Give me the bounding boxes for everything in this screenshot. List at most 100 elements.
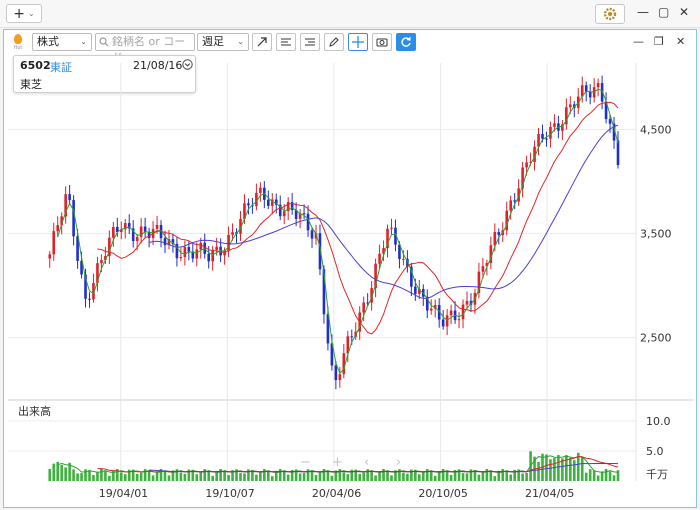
candle-up xyxy=(215,246,218,250)
refresh-button[interactable] xyxy=(396,33,416,51)
close-window-button[interactable]: ✕ xyxy=(679,5,689,19)
volume-bar xyxy=(223,471,226,481)
period-select[interactable]: 週足 ⌄ xyxy=(197,33,249,51)
candle-up xyxy=(135,236,139,242)
scroll-left-button[interactable]: ‹ xyxy=(364,455,369,470)
volume-bar xyxy=(255,474,258,481)
candle-up xyxy=(429,308,433,311)
chevron-down-icon: ⌄ xyxy=(237,37,244,46)
price-chart[interactable]: 19/04/01 19/10/07 20/04/06 20/10/05 21/04/05… xyxy=(8,63,694,505)
candle-up xyxy=(493,232,497,246)
volume-bar xyxy=(267,470,270,481)
candle-down xyxy=(267,199,270,206)
volume-bar xyxy=(48,469,52,481)
search-input[interactable]: 銘柄名 or コード xyxy=(95,33,195,64)
draw-pencil-button[interactable] xyxy=(324,33,344,51)
hot-icon[interactable]: Hot xyxy=(10,32,26,54)
align-left-button[interactable] xyxy=(276,33,296,51)
candle-up xyxy=(509,200,513,211)
diagonal-arrow-icon xyxy=(257,37,267,47)
zoom-in-button[interactable]: + xyxy=(332,455,343,470)
panel-restore-button[interactable]: ❐ xyxy=(654,35,664,48)
plus-icon: + xyxy=(13,5,26,22)
moving-average-long xyxy=(148,124,619,299)
volume-bar xyxy=(167,475,171,481)
x-tick-label: 19/10/07 xyxy=(205,487,254,500)
candle-up xyxy=(402,258,405,260)
candle-down xyxy=(302,213,306,215)
settings-button[interactable] xyxy=(595,4,625,24)
refresh-icon xyxy=(401,37,411,47)
volume-unit-label: 千万 xyxy=(646,468,668,481)
volume-bar xyxy=(60,464,63,481)
candle-up xyxy=(465,300,469,305)
candle-up xyxy=(52,231,56,255)
chart-panel: Hot 株式 ⌄ 銘柄名 or コード 週足 ⌄ xyxy=(3,29,697,508)
volume-bar xyxy=(52,463,56,481)
add-tab-button[interactable]: + ⌄ xyxy=(6,4,42,23)
volume-bar xyxy=(477,474,481,481)
gear-icon xyxy=(603,7,617,21)
volume-bar xyxy=(302,473,306,481)
scroll-right-button[interactable]: › xyxy=(396,455,401,470)
candle-down xyxy=(187,247,191,252)
crosshair-button[interactable] xyxy=(348,33,368,51)
volume-bar xyxy=(270,476,274,481)
minimize-window-button[interactable]: — xyxy=(637,5,649,19)
candle-up xyxy=(461,304,465,320)
volume-bar xyxy=(449,474,453,481)
volume-tick-label: 10.0 xyxy=(646,415,671,428)
volume-bar xyxy=(445,471,449,481)
screenshot-button[interactable] xyxy=(372,33,392,51)
trendline-tool-button[interactable] xyxy=(252,33,272,51)
candle-up xyxy=(525,162,528,168)
volume-bar xyxy=(207,470,211,481)
candle-up xyxy=(449,310,453,316)
candle-up xyxy=(282,211,286,217)
volume-bar xyxy=(88,470,91,481)
candle-up xyxy=(342,353,346,375)
volume-bar xyxy=(569,457,572,481)
volume-bar xyxy=(243,473,246,481)
align-right-icon xyxy=(305,38,315,46)
candle-up xyxy=(100,260,103,264)
panel-close-button[interactable]: ✕ xyxy=(676,35,685,48)
price-tick-label: 4,500 xyxy=(640,123,672,136)
candle-down xyxy=(350,336,354,338)
volume-bar xyxy=(163,471,167,481)
volume-bar xyxy=(505,472,509,481)
candle-down xyxy=(68,194,71,201)
volume-bar xyxy=(259,472,262,481)
volume-bar xyxy=(239,473,242,481)
volume-bar xyxy=(104,471,107,481)
volume-label: 出来高 xyxy=(18,404,51,418)
candle-down xyxy=(608,119,612,124)
candle-up xyxy=(596,83,600,88)
volume-bar xyxy=(509,474,513,481)
volume-bar xyxy=(358,473,362,481)
volume-bar xyxy=(346,474,350,481)
volume-bar xyxy=(326,471,330,481)
volume-bar xyxy=(84,469,87,481)
x-tick-label: 20/04/06 xyxy=(312,487,361,500)
volume-bar xyxy=(286,474,290,481)
maximize-window-button[interactable]: ▢ xyxy=(658,5,669,19)
category-select[interactable]: 株式 ⌄ xyxy=(32,33,92,51)
zoom-out-button[interactable]: − xyxy=(300,455,311,470)
candle-up xyxy=(211,249,214,262)
volume-bar xyxy=(382,469,385,481)
volume-bar xyxy=(421,472,425,481)
volume-bar xyxy=(592,470,596,481)
candle-down xyxy=(441,319,445,327)
align-right-button[interactable] xyxy=(300,33,320,51)
panel-minimize-button[interactable]: — xyxy=(633,35,644,48)
volume-bar xyxy=(151,475,155,481)
candle-down xyxy=(513,200,516,202)
candle-up xyxy=(362,302,365,313)
volume-bar xyxy=(461,473,465,481)
volume-bar xyxy=(545,454,548,481)
volume-bar xyxy=(80,473,83,481)
candle-up xyxy=(390,227,393,229)
volume-bar xyxy=(580,456,584,481)
candle-up xyxy=(56,225,60,232)
